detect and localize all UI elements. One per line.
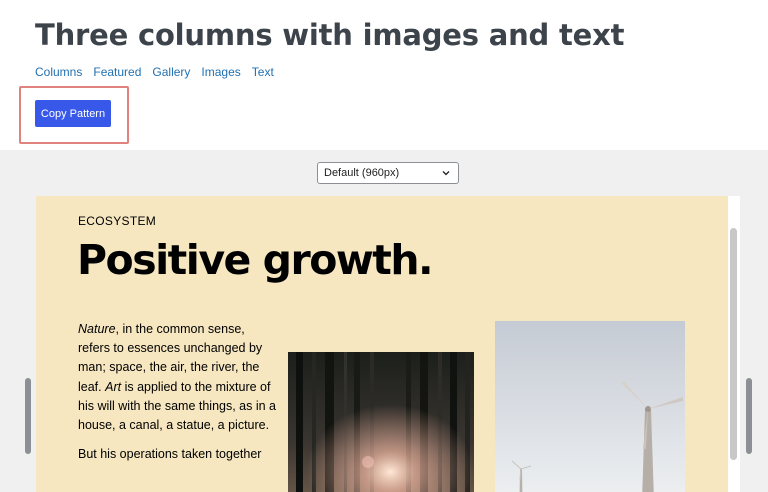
body-paragraph-2: But his operations taken together: [78, 447, 262, 462]
tag-text[interactable]: Text: [252, 65, 274, 79]
tag-columns[interactable]: Columns: [35, 65, 82, 79]
wind-turbines-graphic: [495, 321, 685, 492]
pattern-content: ECOSYSTEM Positive growth. Nature, in th…: [36, 196, 728, 492]
body-text-column: Nature, in the common sense, refers to e…: [78, 320, 278, 474]
body-italic-art: Art: [105, 379, 122, 394]
forest-sunlight-image: [288, 352, 474, 492]
chevron-down-icon: [442, 171, 450, 176]
viewport-width-select[interactable]: Default (960px): [317, 162, 459, 184]
eyebrow-label: ECOSYSTEM: [78, 214, 157, 228]
category-tags: Columns Featured Gallery Images Text: [35, 65, 274, 79]
tag-gallery[interactable]: Gallery: [152, 65, 190, 79]
preview-scrollbar[interactable]: [728, 196, 740, 492]
pattern-preview-frame: ECOSYSTEM Positive growth. Nature, in th…: [36, 196, 740, 492]
body-paragraph-1: Nature, in the common sense, refers to e…: [78, 320, 278, 435]
viewport-select-value: Default (960px): [324, 167, 400, 179]
tag-images[interactable]: Images: [201, 65, 240, 79]
page-title: Three columns with images and text: [35, 18, 625, 52]
body-italic-nature: Nature: [78, 322, 116, 336]
headline: Positive growth.: [77, 236, 434, 284]
right-resize-handle[interactable]: [746, 378, 752, 454]
tag-featured[interactable]: Featured: [93, 65, 141, 79]
pattern-preview-area: Default (960px) ECOSYSTEM Positive growt…: [0, 150, 768, 492]
copy-pattern-button[interactable]: Copy Pattern: [35, 100, 111, 127]
wind-turbines-image: [495, 321, 685, 492]
pattern-header: Three columns with images and text Colum…: [0, 0, 768, 150]
preview-scrollbar-thumb[interactable]: [730, 228, 737, 460]
forest-sunlight-graphic: [288, 352, 474, 492]
left-resize-handle[interactable]: [25, 378, 31, 454]
